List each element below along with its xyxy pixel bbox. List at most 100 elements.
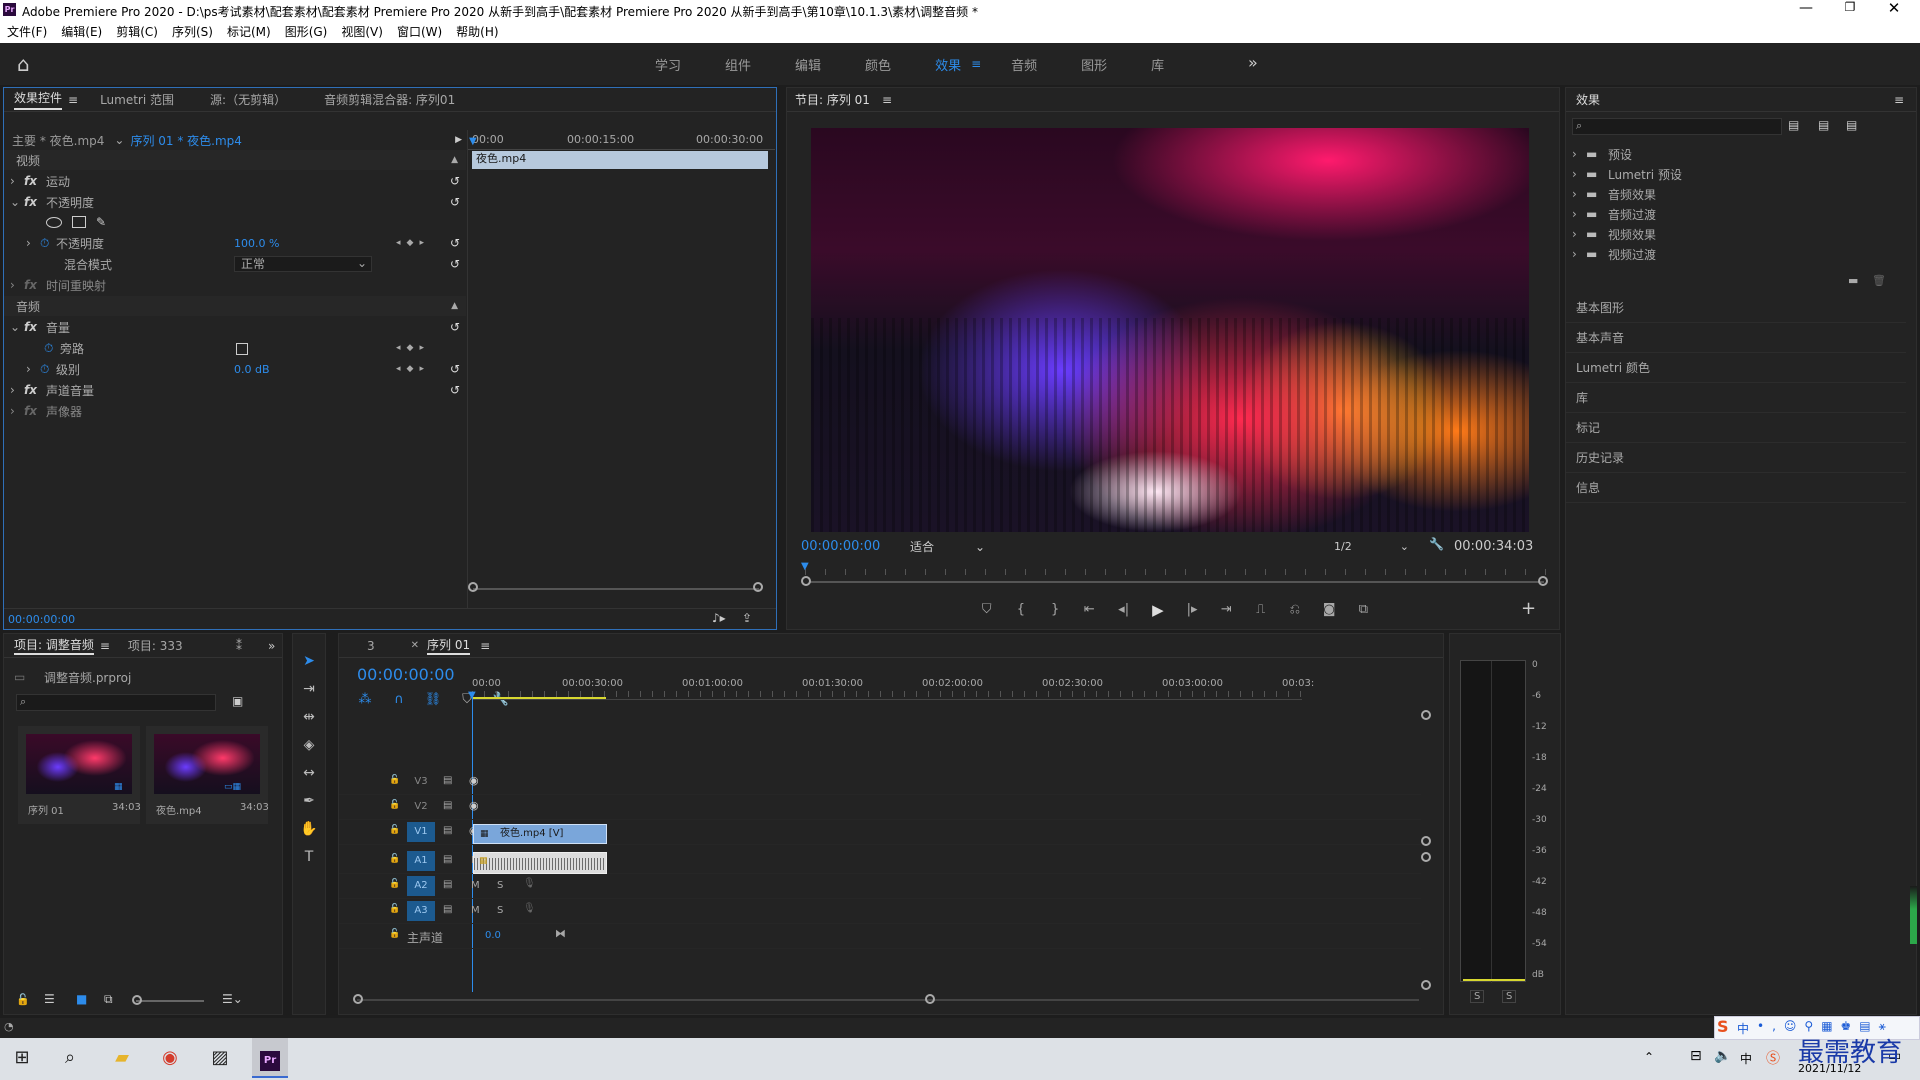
workspace-more-icon[interactable]: » (1248, 53, 1258, 72)
pen-mask-icon[interactable]: ✎ (96, 215, 106, 229)
effects-section[interactable]: 标记 (1566, 413, 1906, 443)
playhead-icon[interactable]: ▼ (801, 561, 809, 572)
v-scroll-handle[interactable] (1421, 836, 1431, 846)
menu-item-0[interactable]: 文件(F) (7, 23, 47, 40)
reset-icon[interactable]: ↺ (450, 257, 460, 271)
effect-row-motion[interactable]: › fx 运动 ↺ (10, 171, 460, 191)
zoom-slider[interactable] (136, 1000, 204, 1002)
v-scroll-handle[interactable] (1421, 852, 1431, 862)
windows-start-icon[interactable]: ⊞ (4, 1038, 40, 1078)
effects-tree-item[interactable]: › ▬ 音频过渡 (1572, 204, 1892, 224)
level-value[interactable]: 0.0 dB (234, 363, 270, 376)
effects-tree-item[interactable]: › ▬ 预设 (1572, 144, 1892, 164)
search-icon[interactable]: ⌕ (52, 1038, 88, 1078)
lock-icon[interactable]: 🔓 (389, 775, 400, 785)
play-triangle-icon[interactable]: ▶ (455, 135, 462, 145)
track-target-label[interactable]: V3 (407, 772, 435, 792)
32bit-effects-icon[interactable]: ▤ (1818, 118, 1829, 132)
v-scroll-handle[interactable] (1421, 980, 1431, 990)
effects-section[interactable]: 信息 (1566, 473, 1906, 503)
tab-lumetri-scopes[interactable]: Lumetri 范围 (100, 91, 174, 108)
reset-icon[interactable]: ↺ (450, 236, 460, 250)
work-area-bar[interactable] (472, 697, 606, 699)
photo-viewer-icon[interactable]: ▨ (202, 1038, 238, 1078)
stopwatch-icon[interactable]: ⏱ (44, 341, 58, 356)
eye-icon[interactable]: ◉ (469, 774, 479, 787)
collapse-chevron-icon[interactable]: ⌄ (10, 195, 24, 209)
expand-icon[interactable]: › (10, 404, 24, 418)
scroll-handle-left[interactable] (801, 576, 811, 586)
play-icon[interactable]: ▶ (1146, 598, 1169, 622)
mark-out-icon[interactable]: } (1044, 598, 1067, 622)
icon-view-icon[interactable]: ■ (76, 992, 87, 1006)
lock-icon[interactable]: 🔓 (389, 800, 400, 810)
close-icon[interactable]: ✕ (1884, 0, 1904, 17)
sogou-logo-icon[interactable]: S (1717, 1017, 1729, 1036)
tab-effect-controls[interactable]: 效果控件 (14, 89, 63, 110)
mute-button[interactable]: M (471, 880, 480, 891)
project-search-input[interactable]: ⌕ (16, 694, 216, 711)
effect-row-channel-volume[interactable]: › fx 声道音量 ↺ (10, 380, 460, 400)
effects-tree-item[interactable]: › ▬ 视频效果 (1572, 224, 1892, 244)
ellipse-mask-icon[interactable] (46, 216, 62, 228)
new-bin-icon[interactable]: ▬ (1848, 274, 1858, 287)
chrome-icon[interactable]: ◉ (152, 1038, 188, 1078)
delete-icon[interactable]: 🗑 (1872, 274, 1886, 287)
lock-icon[interactable]: 🔓 (389, 929, 400, 939)
panel-menu-icon[interactable]: ≡ (68, 93, 78, 107)
scroll-handle-right[interactable] (1538, 576, 1548, 586)
panel-menu-icon[interactable]: ≡ (882, 93, 892, 107)
workspace-tab-1[interactable]: 组件 (725, 55, 751, 74)
list-view-icon[interactable]: ☰ (44, 992, 55, 1006)
workspace-tab-6[interactable]: 图形 (1081, 55, 1107, 74)
extract-icon[interactable]: ⎌ (1283, 598, 1306, 622)
keyframe-nav-icon[interactable]: ◂◆▸ (396, 238, 430, 248)
sync-lock-icon[interactable]: ▤ (443, 800, 452, 811)
go-to-out-icon[interactable]: ⇥ (1215, 598, 1238, 622)
program-title[interactable]: 节目: 序列 01 (795, 91, 870, 108)
program-timecode[interactable]: 00:00:00:00 (801, 539, 880, 554)
workspace-tab-4[interactable]: 效果 (935, 55, 961, 74)
sync-lock-icon[interactable]: ▤ (443, 825, 452, 836)
workspace-tab-3[interactable]: 颜色 (865, 55, 891, 74)
reset-icon[interactable]: ↺ (450, 362, 460, 376)
export-icon[interactable]: ⇪ (742, 611, 752, 625)
tab-project-333[interactable]: 项目: 333 (128, 637, 183, 654)
audio-clip-a1[interactable]: ▦ (473, 852, 607, 874)
timeline-h-scroll[interactable] (357, 999, 1419, 1001)
timeline-timecode[interactable]: 00:00:00:00 (357, 665, 455, 684)
freeform-view-icon[interactable]: ⧉ (104, 992, 113, 1007)
tab-timeline-sequence[interactable]: 序列 01 (427, 636, 471, 655)
ec-playhead-icon[interactable]: ▼ (469, 136, 477, 147)
video-clip-v1[interactable]: ▦ 夜色.mp4 [V] (473, 824, 607, 844)
blend-mode-dropdown[interactable]: 正常 ⌄ (234, 256, 372, 272)
menu-item-1[interactable]: 编辑(E) (61, 23, 102, 40)
reset-icon[interactable]: ↺ (450, 195, 460, 209)
lock-icon[interactable]: 🔓 (389, 854, 400, 864)
expand-icon[interactable]: › (1572, 207, 1586, 221)
mark-in-icon[interactable]: { (1009, 598, 1032, 622)
scroll-handle-left[interactable] (468, 582, 478, 592)
lift-icon[interactable]: ⎍ (1249, 598, 1272, 622)
lock-icon[interactable]: 🔓 (389, 825, 400, 835)
sync-lock-icon[interactable]: ▤ (443, 904, 452, 915)
tab-timeline-3[interactable]: 3 (367, 639, 375, 653)
panel-menu-icon[interactable]: ≡ (1894, 93, 1904, 107)
solo-left-button[interactable]: S (1470, 990, 1485, 1003)
sync-lock-icon[interactable]: ▤ (443, 775, 452, 786)
effect-row-time-remap[interactable]: › fx 时间重映射 (10, 275, 460, 295)
slip-tool-icon[interactable]: ↔ (297, 762, 321, 784)
file-explorer-icon[interactable]: ▰ (104, 1038, 140, 1078)
lock-icon[interactable]: 🔓 (389, 879, 400, 889)
new-bin-icon[interactable]: ▣ (232, 694, 243, 708)
tab-source[interactable]: 源:（无剪辑） (210, 91, 286, 108)
wrench-icon[interactable]: 🔧 (1429, 537, 1444, 551)
yuv-effects-icon[interactable]: ▤ (1846, 118, 1857, 132)
accelerated-effects-icon[interactable]: ▤ (1788, 118, 1799, 132)
master-track-value[interactable]: 0.0 (485, 930, 501, 941)
scroll-handle-left[interactable] (353, 994, 363, 1004)
solo-button[interactable]: S (497, 905, 503, 916)
sequence-clip-label[interactable]: 序列 01 * 夜色.mp4 (130, 132, 241, 149)
mute-button[interactable]: M (471, 905, 480, 916)
expand-icon[interactable]: › (1572, 167, 1586, 181)
